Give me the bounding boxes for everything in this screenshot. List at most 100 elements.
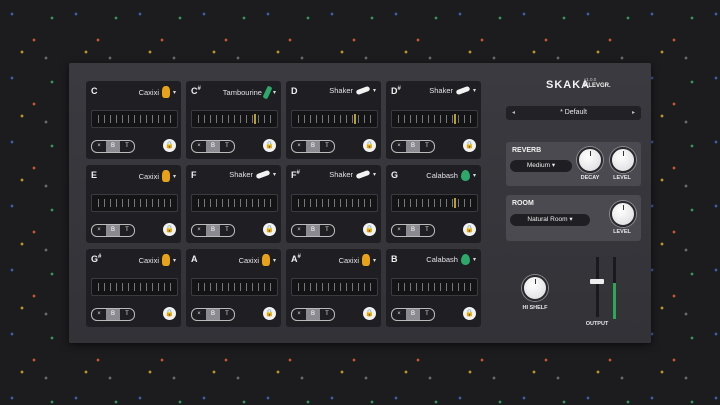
pad-d[interactable]: D Shaker ▾ × B T 🔒 bbox=[286, 81, 381, 159]
mode-toggle[interactable]: × B T bbox=[91, 308, 135, 321]
room-level-knob[interactable] bbox=[610, 201, 636, 227]
lock-icon[interactable]: 🔒 bbox=[263, 139, 276, 152]
instrument-selector[interactable]: Calabash ▾ bbox=[426, 170, 476, 181]
mode-toggle[interactable]: × B T bbox=[391, 224, 435, 237]
pad-c[interactable]: C Caxixi ▾ × B T 🔒 bbox=[86, 81, 181, 159]
instrument-selector[interactable]: Caxixi ▾ bbox=[239, 254, 276, 266]
mode-option[interactable]: × bbox=[192, 225, 206, 236]
lock-icon[interactable]: 🔒 bbox=[263, 307, 276, 320]
waveform-display[interactable] bbox=[391, 278, 478, 296]
instrument-selector[interactable]: Shaker ▾ bbox=[329, 85, 376, 96]
pad-b[interactable]: B Calabash ▾ × B T 🔒 bbox=[386, 249, 481, 327]
mode-option[interactable]: × bbox=[392, 309, 406, 320]
mode-option[interactable]: T bbox=[220, 141, 234, 152]
mode-option[interactable]: B bbox=[406, 141, 420, 152]
mode-option[interactable]: × bbox=[392, 141, 406, 152]
lock-icon[interactable]: 🔒 bbox=[163, 307, 176, 320]
decay-knob[interactable] bbox=[577, 147, 603, 173]
lock-icon[interactable]: 🔒 bbox=[463, 139, 476, 152]
instrument-selector[interactable]: Tambourine ▾ bbox=[223, 85, 276, 100]
mode-option[interactable]: B bbox=[106, 141, 120, 152]
waveform-display[interactable] bbox=[291, 278, 378, 296]
instrument-selector[interactable]: Shaker ▾ bbox=[229, 169, 276, 180]
pad-e[interactable]: E Caxixi ▾ × B T 🔒 bbox=[86, 165, 181, 243]
mode-option[interactable]: B bbox=[406, 309, 420, 320]
hi-shelf-knob[interactable] bbox=[522, 275, 548, 301]
mode-option[interactable]: B bbox=[306, 225, 320, 236]
lock-icon[interactable]: 🔒 bbox=[463, 307, 476, 320]
mode-option[interactable]: T bbox=[420, 225, 434, 236]
mode-option[interactable]: B bbox=[306, 309, 320, 320]
mode-option[interactable]: × bbox=[92, 309, 106, 320]
waveform-display[interactable] bbox=[391, 110, 478, 128]
mode-option[interactable]: B bbox=[206, 141, 220, 152]
waveform-display[interactable] bbox=[391, 194, 478, 212]
lock-icon[interactable]: 🔒 bbox=[363, 139, 376, 152]
mode-toggle[interactable]: × B T bbox=[91, 224, 135, 237]
pad-g-sharp[interactable]: G# Caxixi ▾ × B T 🔒 bbox=[86, 249, 181, 327]
pad-d-sharp[interactable]: D# Shaker ▾ × B T 🔒 bbox=[386, 81, 481, 159]
mode-option[interactable]: B bbox=[106, 309, 120, 320]
mode-option[interactable]: T bbox=[120, 225, 134, 236]
mode-option[interactable]: B bbox=[206, 309, 220, 320]
reverb-level-knob[interactable] bbox=[610, 147, 636, 173]
mode-toggle[interactable]: × B T bbox=[391, 140, 435, 153]
mode-toggle[interactable]: × B T bbox=[291, 308, 335, 321]
mode-option[interactable]: T bbox=[320, 225, 334, 236]
mode-option[interactable]: B bbox=[206, 225, 220, 236]
room-type-dropdown[interactable]: Natural Room ▾ bbox=[510, 214, 590, 226]
pad-g[interactable]: G Calabash ▾ × B T 🔒 bbox=[386, 165, 481, 243]
mode-option[interactable]: B bbox=[306, 141, 320, 152]
lock-icon[interactable]: 🔒 bbox=[363, 223, 376, 236]
pad-f-sharp[interactable]: F# Shaker ▾ × B T 🔒 bbox=[286, 165, 381, 243]
mode-option[interactable]: T bbox=[320, 309, 334, 320]
waveform-display[interactable] bbox=[291, 194, 378, 212]
mode-option[interactable]: T bbox=[420, 309, 434, 320]
pad-a-sharp[interactable]: A# Caxixi ▾ × B T 🔒 bbox=[286, 249, 381, 327]
mode-toggle[interactable]: × B T bbox=[191, 140, 235, 153]
mode-option[interactable]: B bbox=[406, 225, 420, 236]
preset-selector[interactable]: ◂ * Default ▸ bbox=[506, 106, 641, 120]
mode-option[interactable]: × bbox=[92, 141, 106, 152]
output-slider-thumb[interactable] bbox=[590, 279, 604, 284]
waveform-display[interactable] bbox=[91, 110, 178, 128]
lock-icon[interactable]: 🔒 bbox=[463, 223, 476, 236]
lock-icon[interactable]: 🔒 bbox=[163, 223, 176, 236]
mode-option[interactable]: T bbox=[220, 309, 234, 320]
instrument-selector[interactable]: Shaker ▾ bbox=[429, 85, 476, 96]
mode-option[interactable]: T bbox=[220, 225, 234, 236]
instrument-selector[interactable]: Caxixi ▾ bbox=[339, 254, 376, 266]
mode-toggle[interactable]: × B T bbox=[91, 140, 135, 153]
mode-option[interactable]: × bbox=[292, 309, 306, 320]
preset-next-button[interactable]: ▸ bbox=[632, 106, 635, 120]
mode-toggle[interactable]: × B T bbox=[191, 224, 235, 237]
lock-icon[interactable]: 🔒 bbox=[363, 307, 376, 320]
pad-a[interactable]: A Caxixi ▾ × B T 🔒 bbox=[186, 249, 281, 327]
pad-f[interactable]: F Shaker ▾ × B T 🔒 bbox=[186, 165, 281, 243]
mode-option[interactable]: T bbox=[320, 141, 334, 152]
waveform-display[interactable] bbox=[91, 194, 178, 212]
waveform-display[interactable] bbox=[91, 278, 178, 296]
pad-c-sharp[interactable]: C# Tambourine ▾ × B T 🔒 bbox=[186, 81, 281, 159]
mode-toggle[interactable]: × B T bbox=[391, 308, 435, 321]
mode-option[interactable]: × bbox=[292, 141, 306, 152]
instrument-selector[interactable]: Caxixi ▾ bbox=[139, 86, 176, 98]
instrument-selector[interactable]: Calabash ▾ bbox=[426, 254, 476, 265]
output-slider-track[interactable] bbox=[596, 257, 599, 317]
reverb-type-dropdown[interactable]: Medium ▾ bbox=[510, 160, 572, 172]
waveform-display[interactable] bbox=[191, 278, 278, 296]
waveform-display[interactable] bbox=[191, 194, 278, 212]
lock-icon[interactable]: 🔒 bbox=[263, 223, 276, 236]
lock-icon[interactable]: 🔒 bbox=[163, 139, 176, 152]
instrument-selector[interactable]: Caxixi ▾ bbox=[139, 254, 176, 266]
mode-option[interactable]: × bbox=[292, 225, 306, 236]
instrument-selector[interactable]: Shaker ▾ bbox=[329, 169, 376, 180]
mode-option[interactable]: T bbox=[120, 309, 134, 320]
mode-option[interactable]: T bbox=[420, 141, 434, 152]
waveform-display[interactable] bbox=[291, 110, 378, 128]
mode-option[interactable]: B bbox=[106, 225, 120, 236]
mode-toggle[interactable]: × B T bbox=[191, 308, 235, 321]
mode-option[interactable]: × bbox=[92, 225, 106, 236]
mode-toggle[interactable]: × B T bbox=[291, 224, 335, 237]
instrument-selector[interactable]: Caxixi ▾ bbox=[139, 170, 176, 182]
